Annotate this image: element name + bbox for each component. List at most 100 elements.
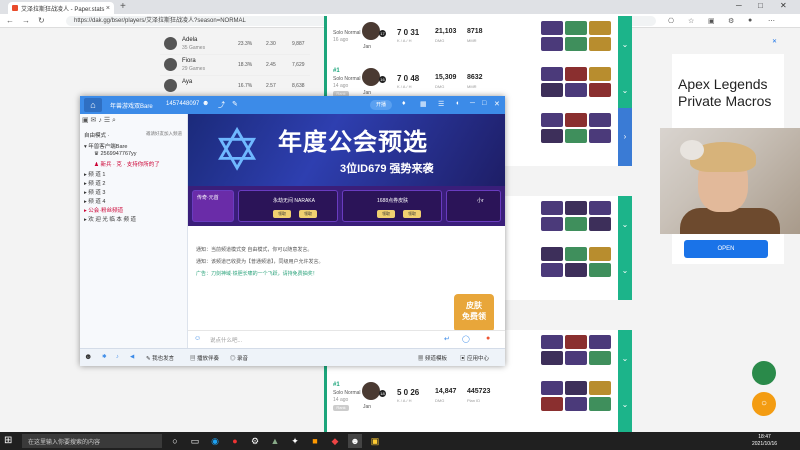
ad-open-button[interactable]: OPEN — [684, 240, 768, 258]
item-icon[interactable] — [565, 351, 587, 365]
item-icon[interactable] — [565, 381, 587, 395]
invite-link[interactable]: 邀请好友加入频道 — [146, 131, 182, 137]
mode-label[interactable]: 自由模式 · — [84, 131, 109, 139]
item-icon[interactable] — [589, 217, 611, 231]
chat-bubble-icon[interactable]: ◯ — [462, 335, 470, 343]
item-icon[interactable] — [565, 263, 587, 277]
item-icon[interactable] — [541, 263, 563, 277]
item-icon[interactable] — [589, 351, 611, 365]
yy-minimize-button[interactable]: ─ — [470, 100, 475, 107]
sub-channel[interactable]: ▸ 频 道 3 — [84, 188, 105, 196]
item-icon[interactable] — [589, 67, 611, 81]
item-icon[interactable] — [565, 113, 587, 127]
sub-channel[interactable]: ▸ 公会·粉丝频道 — [84, 206, 123, 214]
app-icon-orange[interactable]: ■ — [308, 434, 322, 448]
menu-icon[interactable]: ☰ — [438, 100, 444, 108]
extensions-icon[interactable]: ⚙ — [728, 17, 734, 25]
sub-channel[interactable]: ▸ 欢 迎 光 临 本 频 道 — [84, 215, 136, 223]
item-icon[interactable] — [565, 129, 587, 143]
item-icon[interactable] — [565, 201, 587, 215]
app-icon-yellow[interactable]: ▣ — [368, 434, 382, 448]
speak-button[interactable]: ✎ 我也发言 — [146, 354, 174, 362]
item-icon[interactable] — [541, 83, 563, 97]
item-icon[interactable] — [541, 37, 563, 51]
edit-icon[interactable]: ✎ — [232, 100, 238, 108]
item-icon[interactable] — [541, 397, 563, 411]
forward-icon[interactable]: → — [22, 16, 30, 25]
edge-icon[interactable]: ◉ — [208, 434, 222, 448]
match-card[interactable]: #1 Solo Normal 14 ago Rank 18 Jan 5 0 26 K / A … — [324, 376, 632, 434]
item-icon[interactable] — [589, 113, 611, 127]
item-icon[interactable] — [541, 113, 563, 127]
expand-chevron-icon[interactable]: ⌄ — [618, 376, 632, 434]
item-icon[interactable] — [589, 129, 611, 143]
tab-close-icon[interactable]: × — [106, 5, 110, 12]
promo-tile[interactable]: 1688点券皮肤 领取 领取 — [342, 190, 442, 222]
channel-root[interactable]: ▾ 年兽客户端Bare — [84, 142, 127, 150]
chat-input[interactable]: 说点什么吧... — [210, 336, 242, 344]
sub-channel[interactable]: ▸ 频 道 2 — [84, 179, 105, 187]
sub-channel[interactable]: ▸ 频 道 1 — [84, 170, 105, 178]
item-icon[interactable] — [541, 381, 563, 395]
yy-maximize-button[interactable]: □ — [482, 100, 486, 107]
record-button[interactable]: ◎ 录音 — [230, 354, 248, 362]
profile-icon[interactable]: ● — [748, 17, 752, 24]
item-icon[interactable] — [541, 201, 563, 215]
emoji-icon[interactable]: ☺ — [194, 335, 201, 342]
app-icon-bolt[interactable]: ✦ — [288, 434, 302, 448]
ad-close-icon[interactable]: ✕ — [772, 38, 777, 45]
item-icon[interactable] — [541, 67, 563, 81]
grid-icon[interactable]: ▦ — [420, 100, 427, 108]
item-icon[interactable] — [589, 83, 611, 97]
app-icon-red[interactable]: ● — [228, 434, 242, 448]
item-icon[interactable] — [589, 381, 611, 395]
item-icon[interactable] — [589, 21, 611, 35]
item-icon[interactable] — [565, 83, 587, 97]
item-icon[interactable] — [565, 397, 587, 411]
sub-channel[interactable]: ▸ 频 道 4 — [84, 197, 105, 205]
item-icon[interactable] — [541, 217, 563, 231]
list-item[interactable]: Adela 35 Games 23.3% 2.30 9,887 — [160, 34, 310, 55]
item-icon[interactable] — [565, 335, 587, 349]
new-tab-button[interactable]: + — [120, 1, 126, 12]
task-view-icon[interactable]: ○ — [168, 434, 182, 448]
maximize-button[interactable]: □ — [758, 1, 763, 10]
list-item[interactable]: Fiora 29 Games 18.3% 2.45 7,629 — [160, 55, 310, 76]
send-icon[interactable]: ↵ — [444, 335, 450, 343]
item-icon[interactable] — [565, 21, 587, 35]
skin-icon[interactable]: ◐ — [456, 100, 460, 107]
member-icon[interactable]: ☻ — [202, 100, 209, 107]
member-item[interactable]: ♟ 新兵 · 克 · 支持你所的了 — [94, 160, 160, 168]
start-icon[interactable]: ⊞ — [4, 435, 12, 446]
item-icon[interactable] — [589, 263, 611, 277]
promo-tile[interactable]: 小r — [446, 190, 501, 222]
promo-claim-button[interactable]: 领取 — [403, 210, 421, 218]
app-icon-green[interactable]: ▲ — [268, 434, 282, 448]
promo-claim-button[interactable]: 领取 — [299, 210, 317, 218]
explorer-icon[interactable]: ▭ — [188, 434, 202, 448]
item-icon[interactable] — [541, 129, 563, 143]
gift-icon[interactable]: ♦ — [402, 100, 406, 107]
list-item[interactable]: Aya 16.7% 2.57 8,638 — [160, 76, 310, 97]
item-icon[interactable] — [565, 67, 587, 81]
avatar-float-button[interactable] — [752, 361, 776, 385]
share-icon[interactable]: ⤴ — [218, 100, 225, 110]
promo-claim-button[interactable]: 领取 — [273, 210, 291, 218]
collections-icon[interactable]: ▣ — [708, 17, 715, 25]
template-button[interactable]: ▦ 频道模板 — [418, 354, 447, 362]
item-icon[interactable] — [565, 217, 587, 231]
minimize-button[interactable]: ─ — [736, 1, 742, 10]
item-icon[interactable] — [565, 247, 587, 261]
member-item[interactable]: ♛ 2569947767yy — [94, 151, 137, 157]
settings-more-icon[interactable]: ⋯ — [768, 17, 775, 25]
taskbar-search[interactable]: 在这里输入你要搜索的内容 — [22, 434, 162, 448]
item-icon[interactable] — [541, 335, 563, 349]
back-icon[interactable]: ← — [6, 16, 14, 25]
yy-home-icon[interactable]: ⌂ — [84, 98, 102, 112]
promo-claim-button[interactable]: 领取 — [377, 210, 395, 218]
expand-chevron-icon[interactable]: ⌄ — [618, 242, 632, 300]
free-skin-badge[interactable]: 皮肤 免费领 — [454, 294, 494, 332]
reload-icon[interactable]: ↻ — [38, 16, 45, 25]
live-pill-button[interactable]: 开播 — [370, 100, 392, 110]
item-icon[interactable] — [565, 37, 587, 51]
